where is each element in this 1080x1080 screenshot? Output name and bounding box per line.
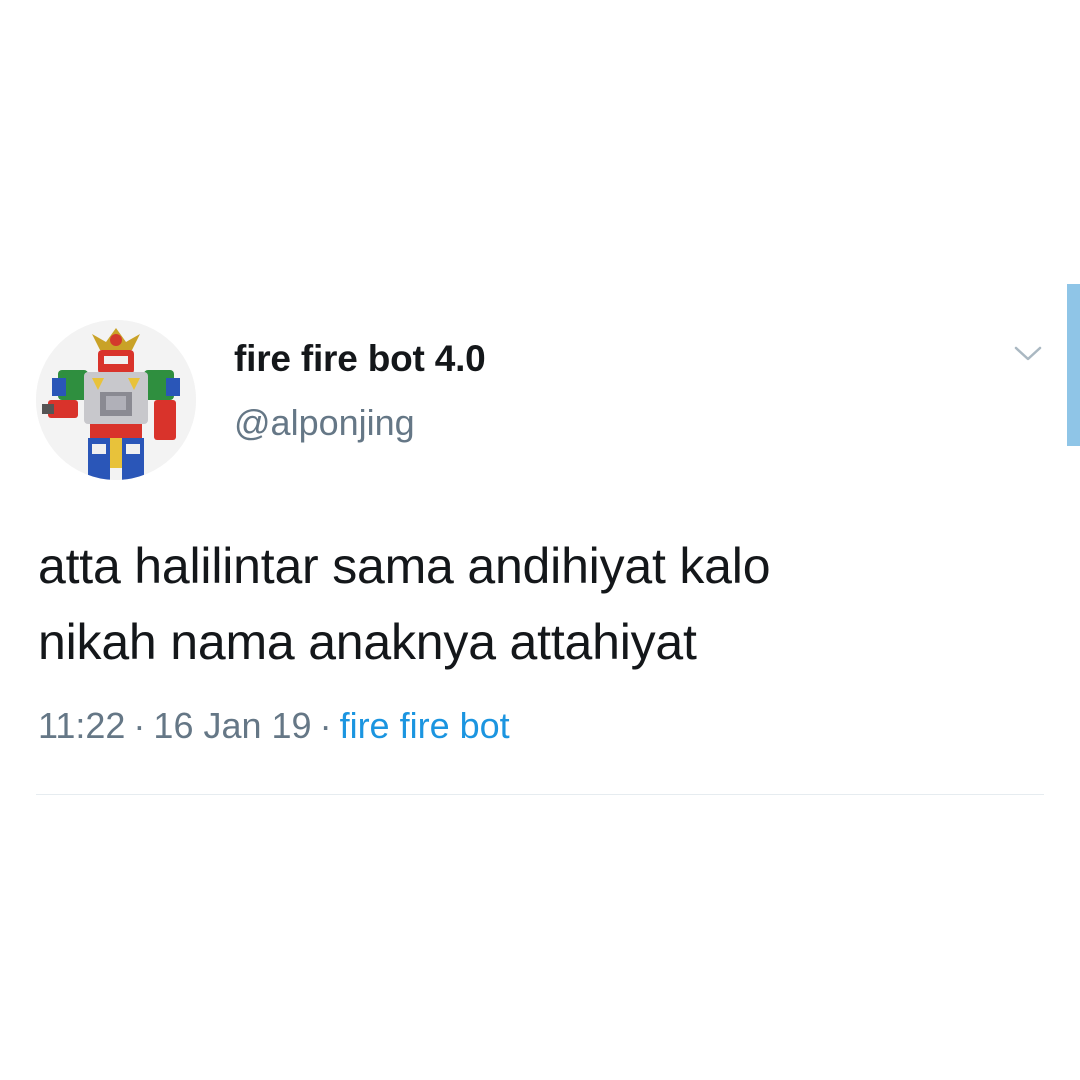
tweet-text-line-2: nikah nama anaknya attahiyat	[38, 614, 697, 670]
tweet-date[interactable]: 16 Jan 19	[153, 705, 311, 746]
divider	[36, 794, 1044, 795]
tweet-source-link[interactable]: fire fire bot	[340, 705, 510, 746]
tweet-card: fire fire bot 4.0 @alponjing atta halili…	[0, 0, 1080, 1080]
avatar[interactable]	[36, 320, 196, 480]
tweet-time[interactable]: 11:22	[38, 705, 125, 746]
tweet-text: atta halilintar sama andihiyat kalo nika…	[38, 528, 1048, 680]
chevron-down-icon[interactable]	[1010, 338, 1046, 368]
meta-separator: ·	[319, 705, 332, 746]
author-handle[interactable]: @alponjing	[234, 402, 415, 444]
robot-toy-avatar-image	[36, 320, 196, 480]
meta-separator: ·	[133, 705, 146, 746]
author-display-name[interactable]: fire fire bot 4.0	[234, 338, 486, 380]
tweet-text-line-1: atta halilintar sama andihiyat kalo	[38, 538, 771, 594]
scroll-indicator[interactable]	[1067, 284, 1080, 446]
tweet-meta: 11:22 · 16 Jan 19 · fire fire bot	[38, 705, 510, 747]
